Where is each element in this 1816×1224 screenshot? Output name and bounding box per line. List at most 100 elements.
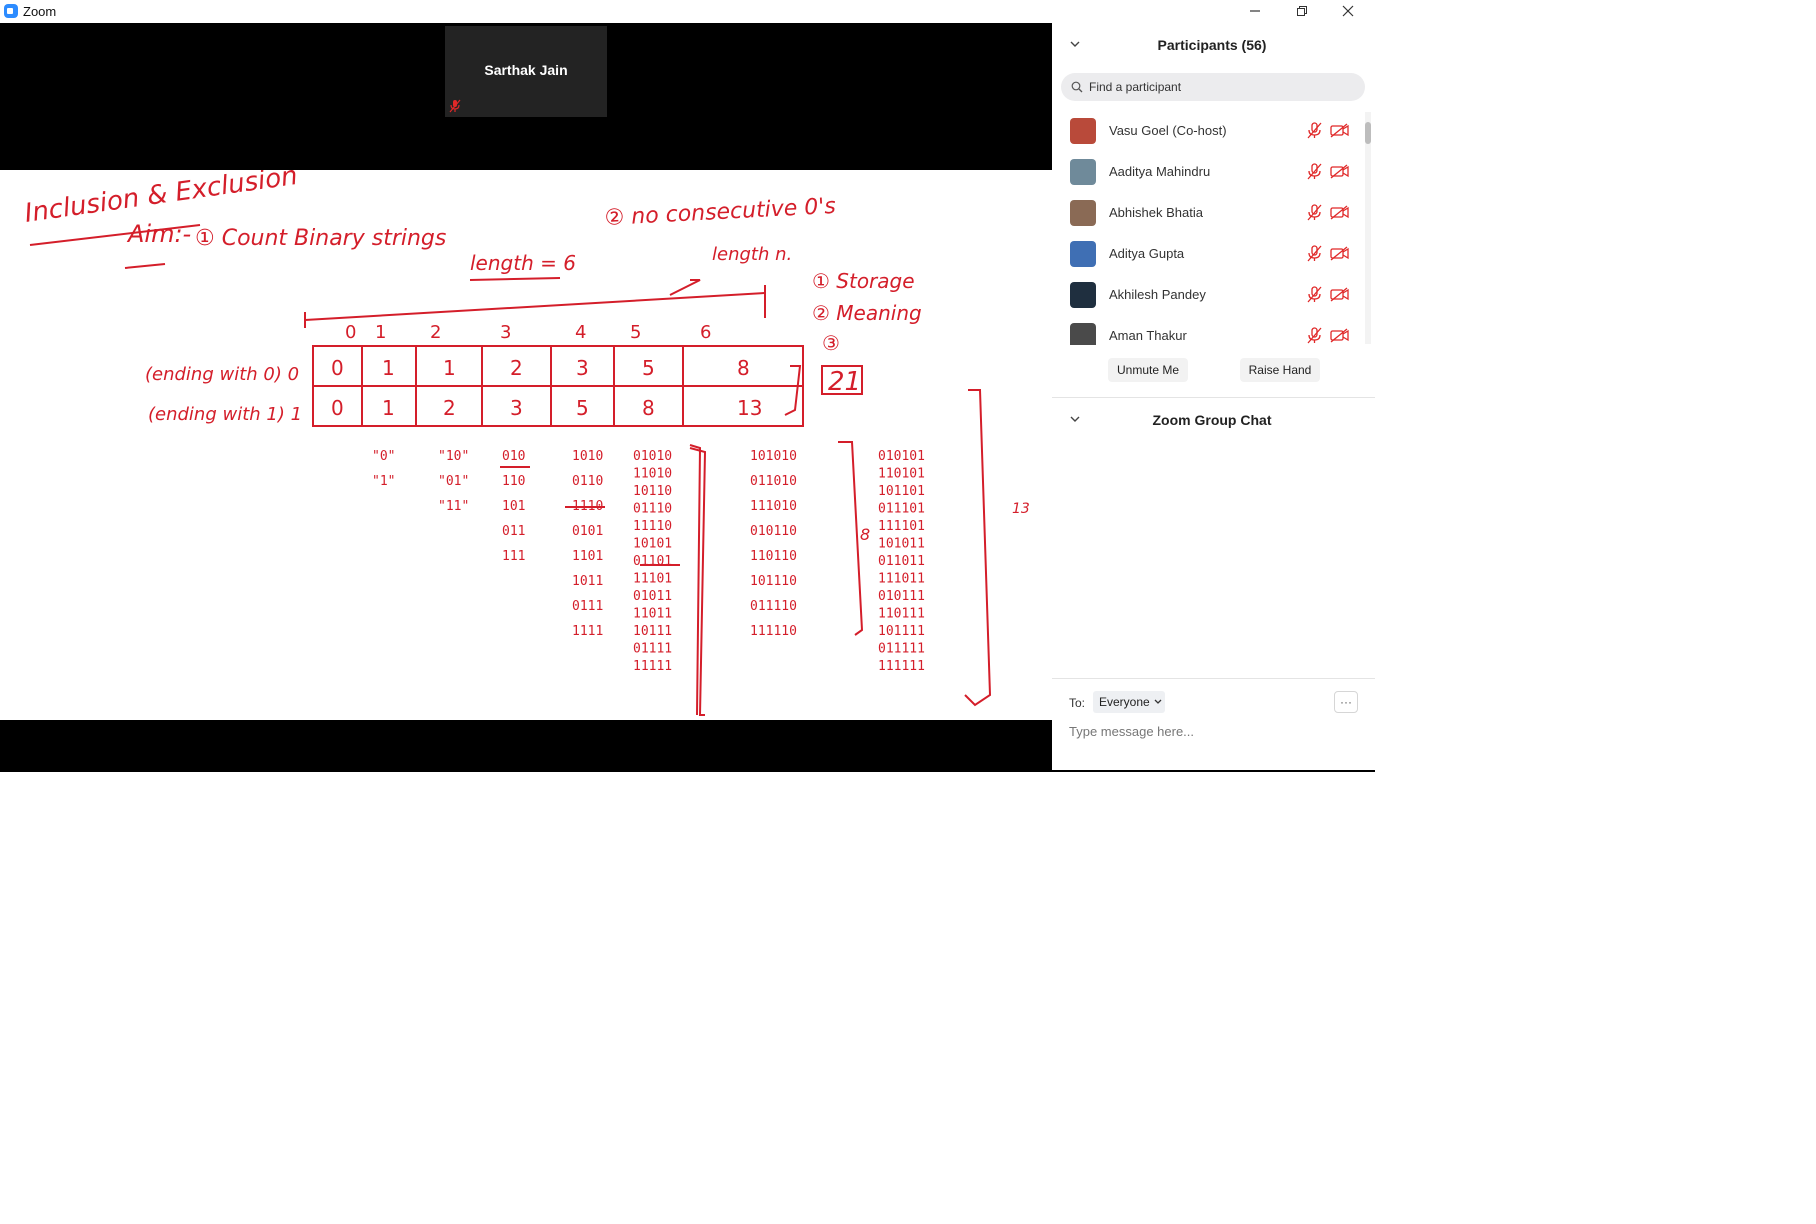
wb-column-indices: 01 2 3 4 5 6 — [345, 322, 711, 343]
wb-binary-string: 011010 — [750, 474, 797, 489]
participants-title: Participants (56) — [1157, 37, 1267, 53]
search-icon — [1071, 81, 1083, 93]
wb-binary-string: 110111 — [878, 607, 925, 622]
wb-table-cell: 5 — [576, 396, 589, 420]
participant-row[interactable]: Aaditya Mahindru — [1066, 151, 1356, 192]
chevron-down-icon — [1154, 699, 1162, 704]
wb-binary-string: 010101 — [878, 449, 925, 464]
wb-length-note: length = 6 — [470, 251, 576, 275]
avatar — [1070, 241, 1096, 267]
mic-muted-icon — [449, 99, 461, 113]
unmute-me-button[interactable]: Unmute Me — [1108, 358, 1188, 382]
video-off-icon[interactable] — [1330, 123, 1349, 138]
wb-table-cell: 13 — [737, 396, 762, 420]
avatar — [1070, 159, 1096, 185]
restore-button[interactable] — [1279, 0, 1325, 22]
mic-muted-icon[interactable] — [1306, 163, 1322, 180]
chevron-down-icon[interactable] — [1070, 39, 1080, 51]
wb-binary-string: 1110 — [572, 499, 603, 514]
more-options-button[interactable]: ··· — [1334, 691, 1358, 713]
wb-binary-string: 010 — [502, 449, 525, 464]
minimize-button[interactable] — [1232, 0, 1278, 22]
video-off-icon[interactable] — [1330, 246, 1349, 261]
wb-length-n-note: length n. — [712, 244, 792, 265]
mic-muted-icon[interactable] — [1306, 286, 1322, 303]
wb-step-1: ① Storage — [812, 269, 915, 293]
wb-aim-item-2: ② no consecutive 0's — [604, 194, 836, 231]
wb-side-count-13: 13 — [1012, 501, 1030, 517]
wb-row-label-1: (ending with 1) 1 — [148, 404, 302, 425]
wb-table-cell: 1 — [382, 396, 395, 420]
mic-muted-icon[interactable] — [1306, 122, 1322, 139]
whiteboard-ink: Inclusion & Exclusion Aim:- ① Count Bina… — [23, 170, 1030, 716]
wb-column-index: 4 — [575, 322, 586, 343]
wb-binary-string: 101101 — [878, 484, 925, 499]
mic-muted-icon[interactable] — [1306, 204, 1322, 221]
chevron-down-icon[interactable] — [1070, 414, 1080, 426]
wb-step-3: ③ — [822, 331, 840, 355]
chat-divider — [1052, 678, 1375, 679]
video-off-icon[interactable] — [1330, 287, 1349, 302]
wb-binary-strings: "0""1""10""01""11"0101101010111111010011… — [372, 449, 925, 674]
wb-binary-string: 101 — [502, 499, 525, 514]
wb-binary-string: 1010 — [572, 449, 603, 464]
avatar — [1070, 118, 1096, 144]
participant-row[interactable]: Abhishek Bhatia — [1066, 192, 1356, 233]
wb-binary-string: "10" — [438, 449, 469, 464]
video-off-icon[interactable] — [1330, 164, 1349, 179]
wb-column-index: 2 — [430, 322, 441, 343]
recipient-value: Everyone — [1099, 695, 1150, 709]
participant-row[interactable]: Aditya Gupta — [1066, 233, 1356, 274]
scrollbar-thumb[interactable] — [1365, 122, 1371, 144]
wb-column-index: 0 — [345, 322, 356, 343]
wb-binary-string: 111011 — [878, 572, 925, 587]
whiteboard: Inclusion & Exclusion Aim:- ① Count Bina… — [0, 170, 1052, 720]
wb-binary-string: 01111 — [633, 642, 672, 657]
close-icon — [1342, 5, 1354, 17]
participant-search[interactable] — [1061, 73, 1365, 101]
participant-row[interactable]: Akhilesh Pandey — [1066, 274, 1356, 315]
active-speaker-tile[interactable]: Sarthak Jain — [445, 26, 607, 117]
wb-binary-string: 0111 — [572, 599, 603, 614]
wb-binary-string: 110110 — [750, 549, 797, 564]
raise-hand-button[interactable]: Raise Hand — [1240, 358, 1320, 382]
wb-aim-item-1: ① Count Binary strings — [195, 226, 446, 251]
wb-table-cell: 2 — [510, 356, 523, 380]
wb-table-cell: 3 — [576, 356, 589, 380]
chat-message-input[interactable] — [1069, 722, 1359, 740]
wb-binary-string: 011011 — [878, 554, 925, 569]
wb-binary-string: 101011 — [878, 537, 925, 552]
participant-row[interactable]: Aman Thakur — [1066, 315, 1356, 345]
wb-binary-string: 110101 — [878, 467, 925, 482]
wb-table-cell: 0 — [331, 396, 344, 420]
divider — [0, 770, 1375, 772]
wb-binary-string: 101111 — [878, 624, 925, 639]
participant-name: Aditya Gupta — [1109, 246, 1185, 261]
wb-column-index: 1 — [375, 322, 386, 343]
wb-table-cell: 5 — [642, 356, 655, 380]
title-bar — [0, 0, 1375, 23]
wb-binary-string: 011 — [502, 524, 525, 539]
scrollbar-track[interactable] — [1365, 112, 1371, 344]
wb-binary-string: "1" — [372, 474, 395, 489]
close-button[interactable] — [1325, 0, 1371, 22]
wb-table-cell: 1 — [382, 356, 395, 380]
to-label: To: — [1069, 696, 1086, 710]
mic-muted-icon[interactable] — [1306, 327, 1322, 344]
participant-row[interactable]: Vasu Goel (Co-host) — [1066, 110, 1356, 151]
panel-divider — [1052, 397, 1375, 398]
wb-binary-string: 1111 — [572, 624, 603, 639]
wb-binary-string: "0" — [372, 449, 395, 464]
wb-binary-string: 010111 — [878, 589, 925, 604]
recipient-select[interactable]: Everyone — [1093, 691, 1165, 713]
mic-muted-icon[interactable] — [1306, 245, 1322, 262]
wb-table-cells: 0 1 1 2 3 5 8 0 1 2 3 5 8 13 — [331, 356, 762, 420]
wb-binary-string: 11101 — [633, 572, 672, 587]
wb-result: 21 — [828, 367, 861, 397]
wb-binary-string: 11011 — [633, 607, 672, 622]
video-off-icon[interactable] — [1330, 328, 1349, 343]
wb-column-index: 5 — [630, 322, 641, 343]
search-input[interactable] — [1089, 78, 1349, 96]
video-off-icon[interactable] — [1330, 205, 1349, 220]
avatar — [1070, 323, 1096, 345]
